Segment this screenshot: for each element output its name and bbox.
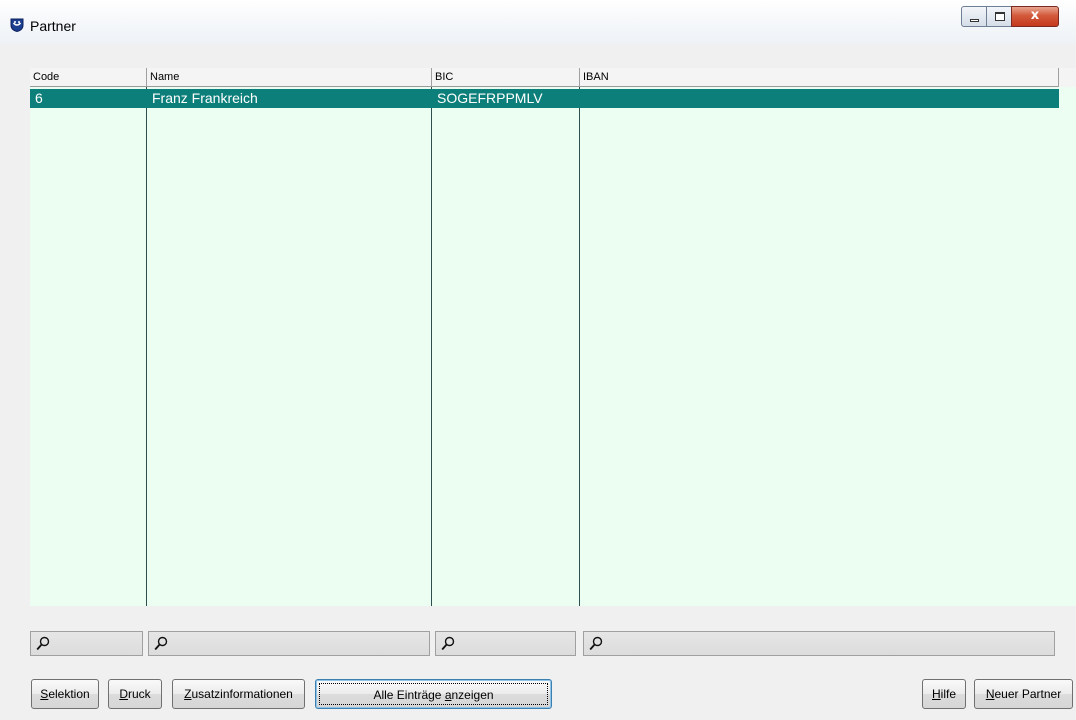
- magnifier-icon: [441, 636, 455, 651]
- window-title: Partner: [30, 18, 76, 34]
- hilfe-button[interactable]: Hilfe: [922, 679, 966, 709]
- zusatzinformationen-button[interactable]: Zusatzinformationen: [172, 679, 305, 709]
- close-icon: x: [1030, 8, 1040, 23]
- mnemonic: a: [444, 688, 452, 702]
- column-header-code[interactable]: Code: [30, 68, 147, 87]
- alle-eintraege-anzeigen-button[interactable]: Alle Einträge anzeigen: [315, 679, 552, 709]
- search-input-iban[interactable]: [583, 631, 1055, 656]
- header-filler: [1058, 68, 1076, 87]
- minimize-button[interactable]: [961, 6, 987, 27]
- title-bar[interactable]: Partner x: [0, 0, 1076, 44]
- search-input-code[interactable]: [30, 631, 143, 656]
- magnifier-icon: [36, 636, 50, 651]
- magnifier-icon: [154, 636, 168, 651]
- table-row-selected[interactable]: 6 Franz Frankreich SOGEFRPPMLV: [30, 89, 1059, 108]
- cell-name: Franz Frankreich: [152, 90, 258, 106]
- column-header-bic[interactable]: BIC: [432, 68, 580, 87]
- neuer-partner-button[interactable]: Neuer Partner: [974, 679, 1073, 709]
- selektion-button[interactable]: Selektion: [31, 679, 99, 709]
- maximize-icon: [995, 12, 1005, 21]
- button-label: Alle Einträge: [373, 688, 445, 702]
- column-header-name[interactable]: Name: [147, 68, 432, 87]
- magnifier-icon: [589, 636, 603, 651]
- app-shield-icon: [10, 18, 24, 32]
- cell-code: 6: [35, 90, 43, 106]
- column-divider: [146, 87, 147, 606]
- search-input-name[interactable]: [148, 631, 430, 656]
- column-divider: [431, 87, 432, 606]
- maximize-button[interactable]: [986, 6, 1012, 27]
- grid-header: Code Name BIC IBAN: [30, 68, 1076, 87]
- button-label: euer Partner: [994, 687, 1062, 701]
- mnemonic: H: [931, 687, 941, 701]
- button-label: elektion: [48, 687, 90, 701]
- column-header-iban[interactable]: IBAN: [580, 68, 1059, 87]
- button-label: ruck: [128, 687, 151, 701]
- button-label: ilfe: [940, 687, 956, 701]
- focus-rect: Alle Einträge anzeigen: [319, 683, 548, 705]
- partner-grid[interactable]: Code Name BIC IBAN 6 Franz Frankreich SO…: [30, 68, 1076, 606]
- button-label: usatzinformationen: [191, 687, 293, 701]
- button-label: nzeigen: [451, 688, 494, 702]
- druck-button[interactable]: Druck: [108, 679, 162, 709]
- search-input-bic[interactable]: [435, 631, 576, 656]
- partner-window: Partner x Code Name BIC IBAN 6 Franz Fra…: [0, 0, 1076, 720]
- minimize-icon: [970, 19, 979, 22]
- cell-bic: SOGEFRPPMLV: [437, 90, 543, 106]
- mnemonic: D: [119, 687, 128, 701]
- cell-iban: [580, 89, 1059, 108]
- close-button[interactable]: x: [1011, 6, 1059, 27]
- column-divider: [579, 87, 580, 606]
